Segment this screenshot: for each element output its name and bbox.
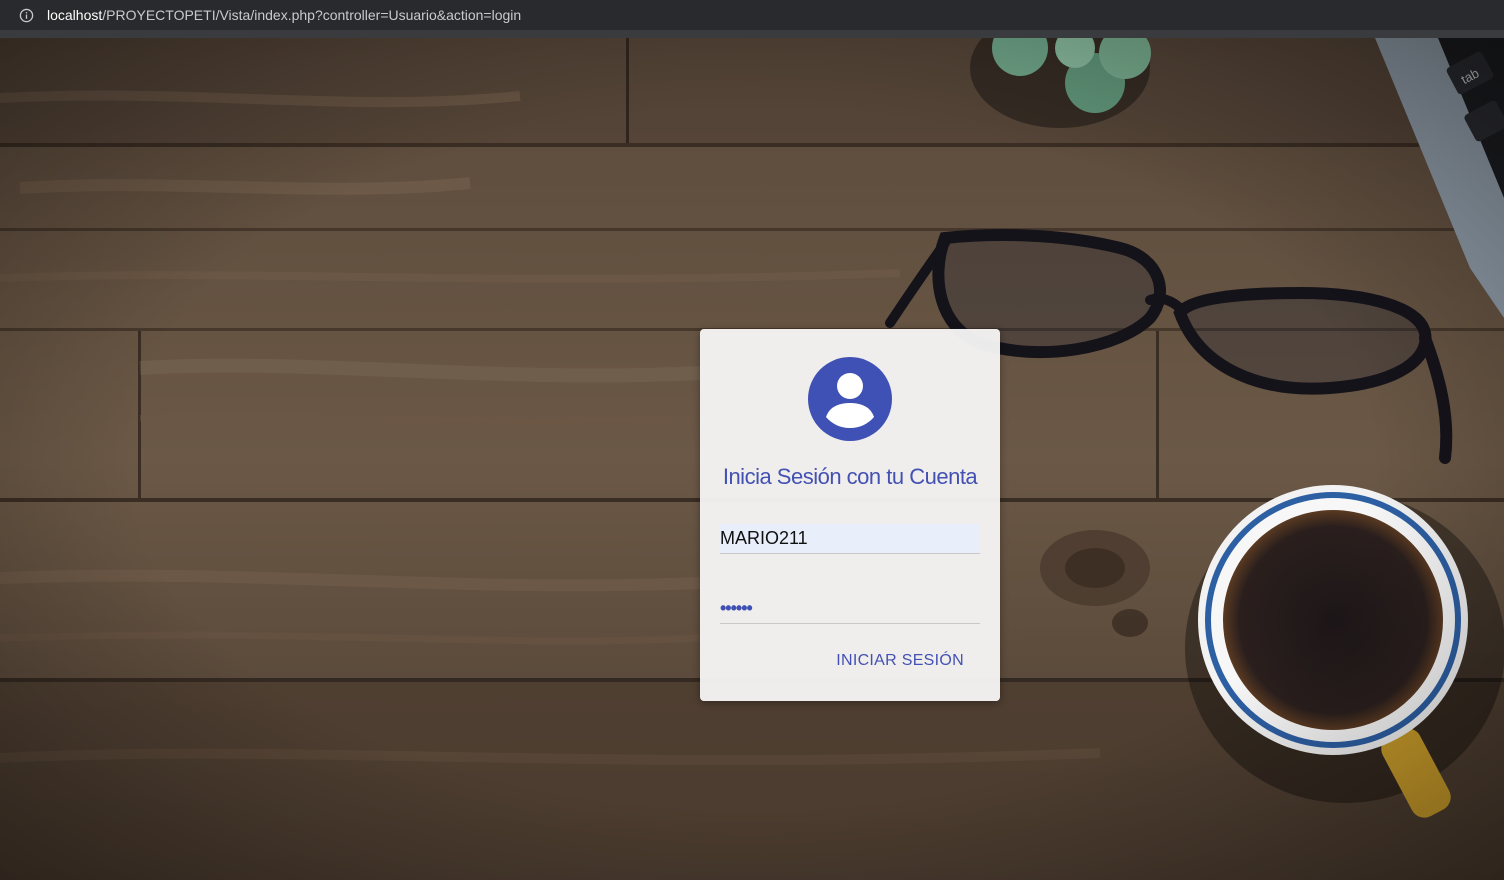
password-input[interactable]: •••••• <box>720 594 980 624</box>
url-path: /PROYECTOPETI/Vista/index.php?controller… <box>102 7 522 23</box>
login-card: Inicia Sesión con tu Cuenta •••••• INICI… <box>700 329 1000 701</box>
url-host: localhost <box>47 7 103 23</box>
login-button[interactable]: INICIAR SESIÓN <box>836 652 964 670</box>
url-field[interactable]: localhost/PROYECTOPETI/Vista/index.php?c… <box>47 7 521 23</box>
info-icon[interactable] <box>19 8 34 23</box>
browser-bar-shadow <box>0 30 1504 38</box>
password-mask: •••••• <box>720 598 753 618</box>
account-circle-icon <box>808 357 892 441</box>
username-input[interactable] <box>720 524 980 554</box>
login-title: Inicia Sesión con tu Cuenta <box>722 464 978 489</box>
browser-address-bar: localhost/PROYECTOPETI/Vista/index.php?c… <box>0 0 1504 30</box>
